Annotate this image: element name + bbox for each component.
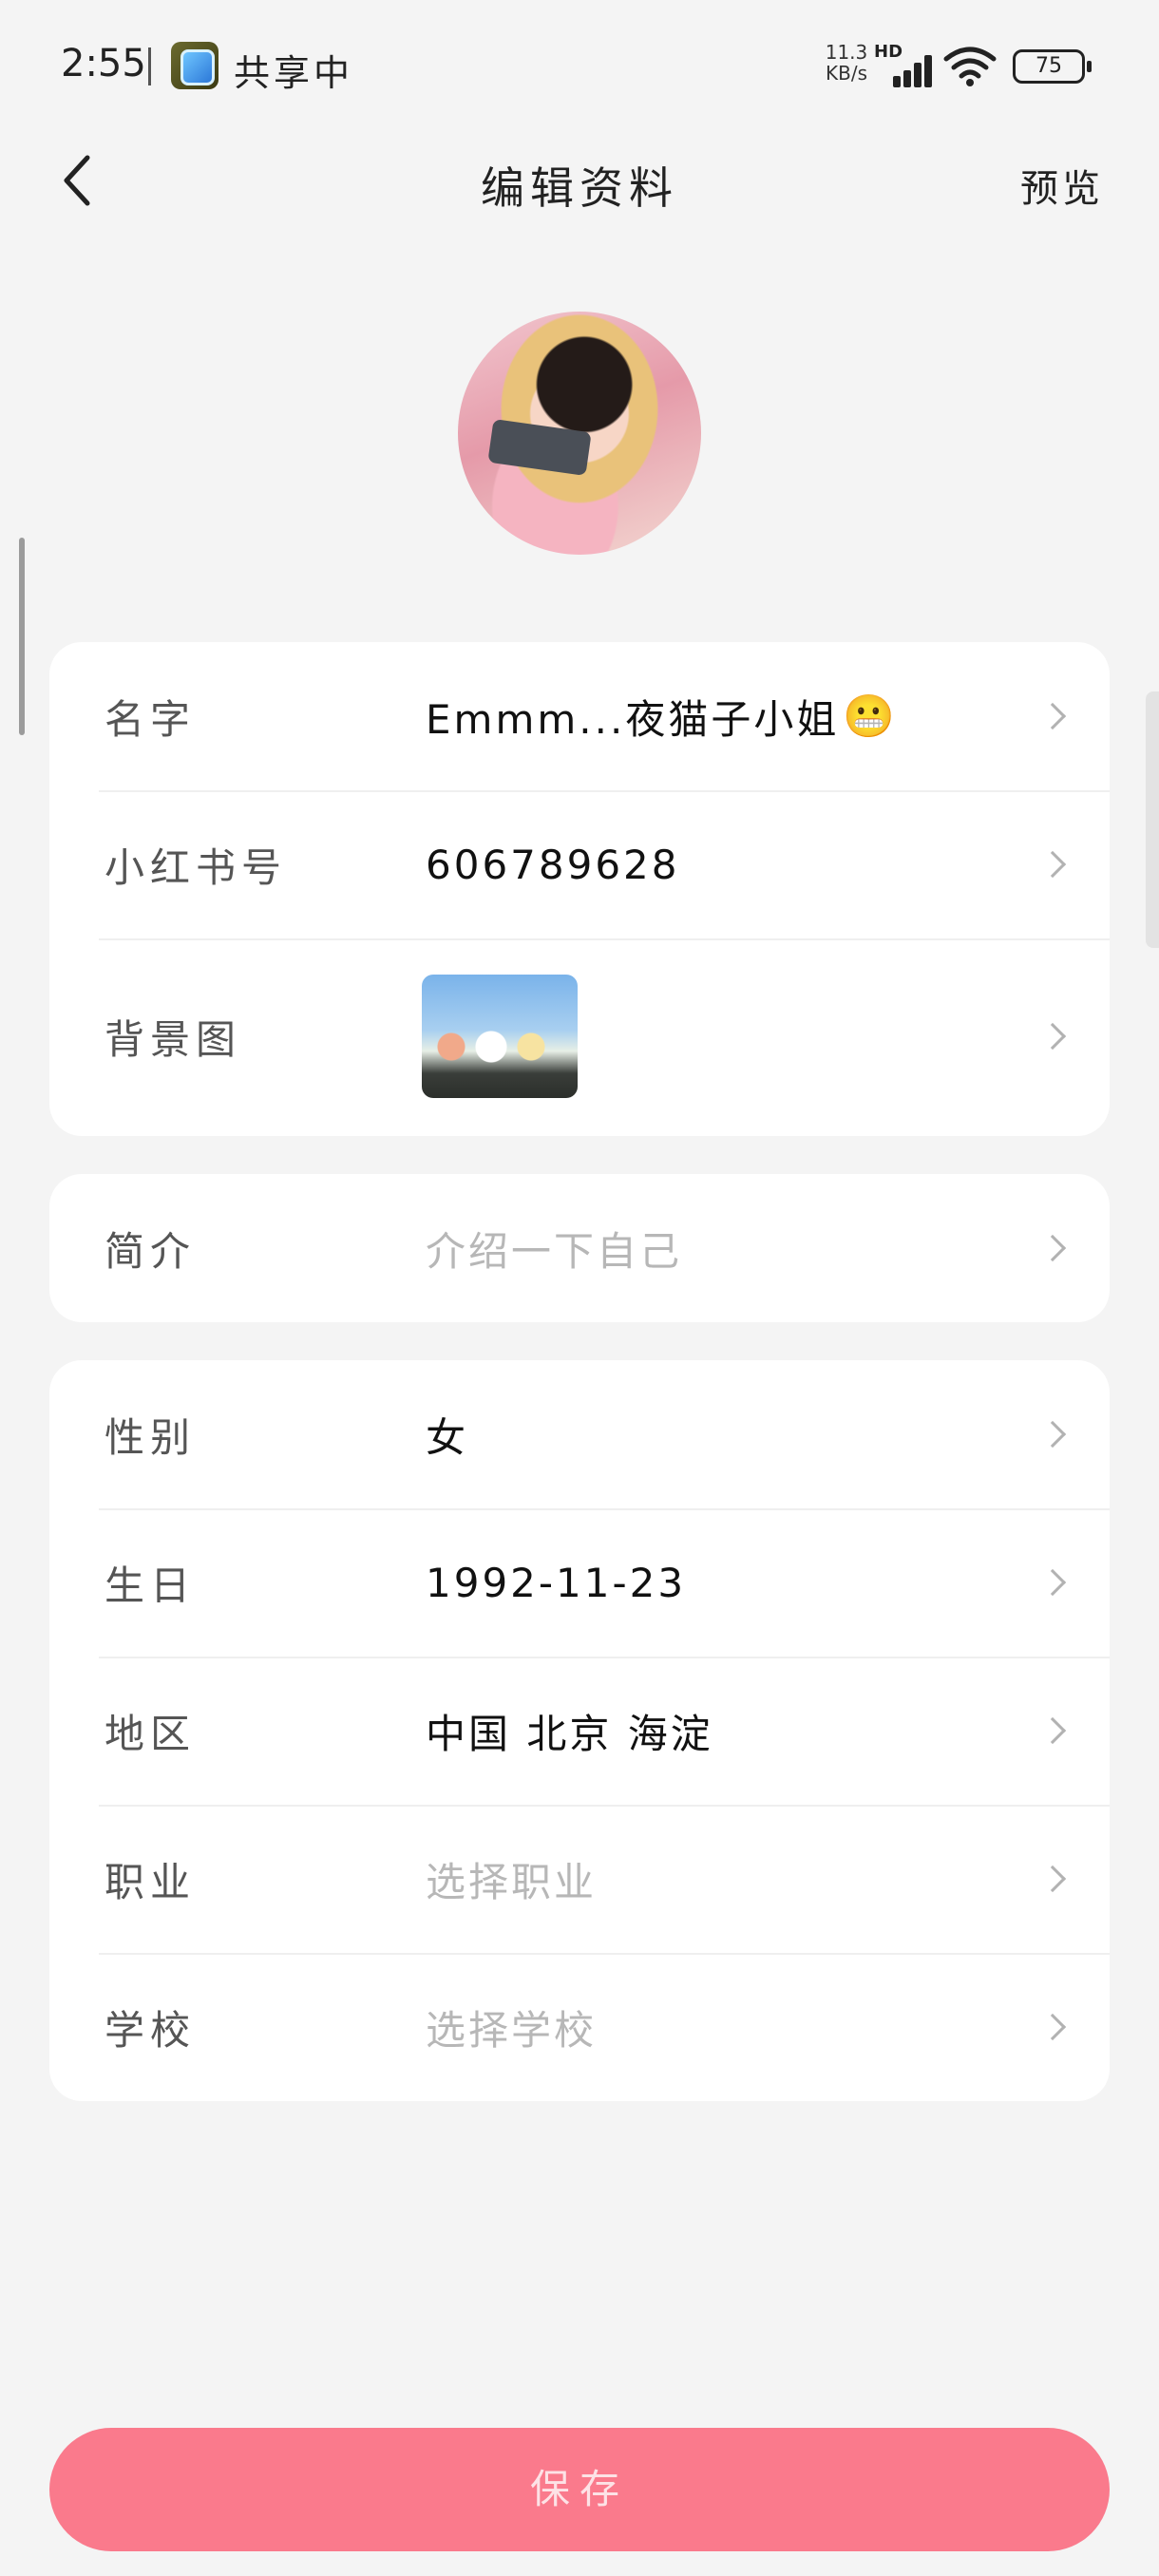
chevron-right-icon (1038, 1865, 1067, 1893)
wifi-icon (943, 47, 997, 86)
share-app-icon (171, 42, 218, 89)
row-label: 背景图 (104, 1015, 242, 1063)
chevron-right-icon (1038, 850, 1067, 879)
row-label: 名字 (104, 695, 197, 743)
row-label: 小红书号 (104, 843, 288, 891)
row-label: 地区 (104, 1710, 197, 1757)
name-value: Emmm...夜猫子小姐 (426, 695, 840, 743)
row-value: Emmm...夜猫子小姐 😬 (426, 642, 898, 790)
row-region[interactable]: 地区 中国 北京 海淀 (49, 1657, 1110, 1805)
edge-handle[interactable] (1146, 691, 1159, 948)
bio-placeholder: 介绍一下自己 (426, 1227, 683, 1275)
school-placeholder: 选择学校 (426, 2006, 598, 2054)
row-label: 学校 (104, 2006, 197, 2054)
chevron-right-icon (1038, 1716, 1067, 1745)
chevron-right-icon (1038, 1420, 1067, 1449)
row-occupation[interactable]: 职业 选择职业 (49, 1805, 1110, 1953)
chevron-right-icon (1038, 1568, 1067, 1597)
preview-button[interactable]: 预览 (1020, 158, 1104, 213)
row-name[interactable]: 名字 Emmm...夜猫子小姐 😬 (49, 642, 1110, 790)
status-time: 2:55 (61, 42, 146, 85)
status-bar: 2:55 共享中 11.3 KB/s HD 75 (0, 0, 1159, 133)
row-value: 606789628 (426, 841, 680, 888)
background-thumbnail (422, 975, 578, 1098)
chevron-right-icon (1038, 1022, 1067, 1051)
row-school[interactable]: 学校 选择学校 (49, 1953, 1110, 2101)
info-card: 性别 女 生日 1992-11-23 地区 中国 北京 海淀 职业 选择职业 学… (49, 1360, 1110, 2101)
app-header: 编辑资料 预览 (0, 133, 1159, 228)
battery-icon: 75 (1013, 49, 1092, 84)
chevron-right-icon (1038, 2013, 1067, 2041)
row-value: 中国 北京 海淀 (426, 1710, 713, 1757)
avatar[interactable] (458, 312, 701, 555)
row-gender[interactable]: 性别 女 (49, 1360, 1110, 1508)
row-bio[interactable]: 简介 介绍一下自己 (49, 1174, 1110, 1322)
row-value: 女 (426, 1413, 469, 1461)
network-speed-value: 11.3 (825, 41, 868, 64)
signal-icon (884, 53, 933, 87)
network-speed-unit: KB/s (826, 62, 867, 85)
page-title: 编辑资料 (481, 162, 678, 214)
row-label: 性别 (104, 1413, 197, 1461)
row-birthday[interactable]: 生日 1992-11-23 (49, 1508, 1110, 1657)
profile-card: 名字 Emmm...夜猫子小姐 😬 小红书号 606789628 背景图 (49, 642, 1110, 1136)
row-label: 简介 (104, 1227, 197, 1275)
grimace-emoji: 😬 (843, 692, 899, 741)
bio-card: 简介 介绍一下自己 (49, 1174, 1110, 1322)
network-speed: 11.3 KB/s (823, 42, 870, 84)
chevron-right-icon (1038, 702, 1067, 730)
row-label: 生日 (104, 1562, 197, 1609)
scroll-indicator (19, 538, 25, 735)
row-xhs-id[interactable]: 小红书号 606789628 (49, 790, 1110, 938)
avatar-photo-detail (487, 418, 592, 477)
save-button[interactable]: 保存 (49, 2428, 1110, 2551)
row-label: 职业 (104, 1858, 197, 1905)
share-status-text: 共享中 (234, 52, 354, 94)
chevron-right-icon (1038, 1234, 1067, 1262)
row-background[interactable]: 背景图 (49, 938, 1110, 1134)
row-value: 1992-11-23 (426, 1559, 687, 1606)
status-divider (148, 47, 151, 85)
occupation-placeholder: 选择职业 (426, 1858, 598, 1905)
